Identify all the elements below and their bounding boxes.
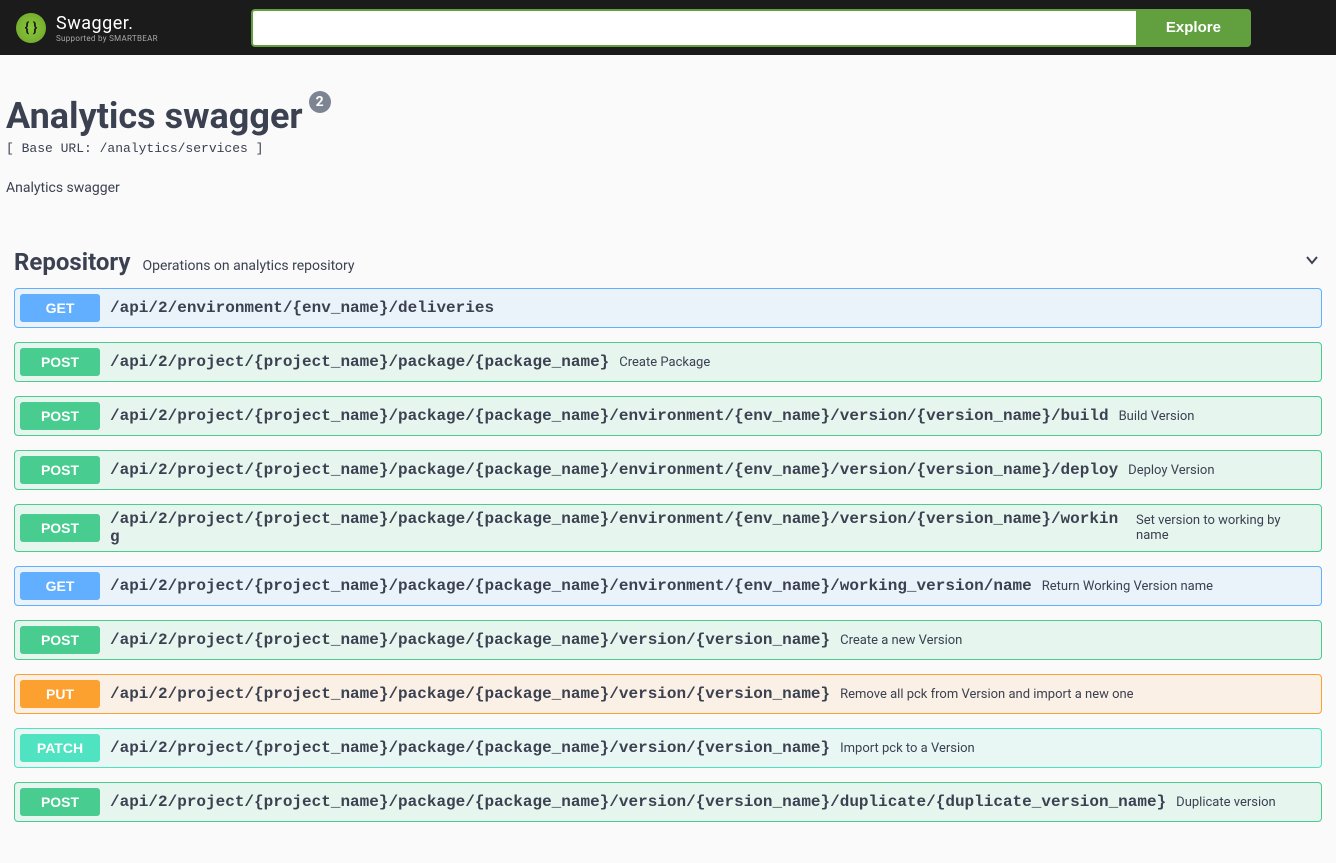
- operation-row[interactable]: POST/api/2/project/{project_name}/packag…: [14, 342, 1322, 382]
- operation-row[interactable]: PATCH/api/2/project/{project_name}/packa…: [14, 728, 1322, 768]
- explore-button[interactable]: Explore: [1138, 9, 1251, 47]
- spec-url-input[interactable]: [251, 9, 1138, 47]
- operation-path: /api/2/project/{project_name}/package/{p…: [110, 407, 1109, 425]
- base-url: [ Base URL: /analytics/services ]: [6, 141, 1330, 156]
- api-title: Analytics swagger 2: [6, 95, 1330, 137]
- api-version-badge: 2: [309, 91, 331, 113]
- tag-name: Repository: [14, 248, 131, 276]
- tag-section-repository: Repository Operations on analytics repos…: [6, 242, 1330, 822]
- operation-path: /api/2/project/{project_name}/package/{p…: [110, 353, 609, 371]
- method-badge: GET: [20, 294, 100, 322]
- method-badge: POST: [20, 348, 100, 376]
- method-badge: PUT: [20, 680, 100, 708]
- logo[interactable]: { } Swagger. Supported by SMARTBEAR: [16, 13, 158, 43]
- swagger-icon: { }: [16, 13, 46, 43]
- operation-path: /api/2/project/{project_name}/package/{p…: [110, 510, 1126, 546]
- operation-summary: Build Version: [1119, 409, 1195, 424]
- method-badge: GET: [20, 572, 100, 600]
- operation-path: /api/2/project/{project_name}/package/{p…: [110, 685, 830, 703]
- method-badge: PATCH: [20, 734, 100, 762]
- brand-name: Swagger.: [56, 13, 158, 34]
- method-badge: POST: [20, 456, 100, 484]
- operation-row[interactable]: POST/api/2/project/{project_name}/packag…: [14, 396, 1322, 436]
- method-badge: POST: [20, 402, 100, 430]
- operation-summary: Create a new Version: [840, 633, 962, 648]
- method-badge: POST: [20, 626, 100, 654]
- tag-description: Operations on analytics repository: [143, 258, 1303, 274]
- search-form: Explore: [251, 9, 1251, 47]
- method-badge: POST: [20, 788, 100, 816]
- chevron-down-icon: [1302, 250, 1322, 270]
- operation-row[interactable]: GET/api/2/environment/{env_name}/deliver…: [14, 288, 1322, 328]
- operation-summary: Deploy Version: [1128, 463, 1214, 478]
- operations-list: GET/api/2/environment/{env_name}/deliver…: [14, 288, 1322, 822]
- operation-row[interactable]: POST/api/2/project/{project_name}/packag…: [14, 450, 1322, 490]
- api-description: Analytics swagger: [6, 180, 1330, 196]
- operation-summary: Create Package: [619, 355, 710, 370]
- operation-row[interactable]: POST/api/2/project/{project_name}/packag…: [14, 504, 1322, 552]
- operation-summary: Duplicate version: [1176, 795, 1276, 810]
- operation-summary: Return Working Version name: [1042, 579, 1213, 594]
- topbar: { } Swagger. Supported by SMARTBEAR Expl…: [0, 0, 1336, 55]
- operation-row[interactable]: GET/api/2/project/{project_name}/package…: [14, 566, 1322, 606]
- operation-path: /api/2/project/{project_name}/package/{p…: [110, 577, 1032, 595]
- brand-sub: Supported by SMARTBEAR: [56, 34, 158, 43]
- operation-path: /api/2/project/{project_name}/package/{p…: [110, 793, 1166, 811]
- operation-summary: Import pck to a Version: [840, 741, 975, 756]
- method-badge: POST: [20, 514, 100, 542]
- operation-path: /api/2/project/{project_name}/package/{p…: [110, 461, 1118, 479]
- tag-header[interactable]: Repository Operations on analytics repos…: [14, 242, 1322, 288]
- operation-path: /api/2/environment/{env_name}/deliveries: [110, 299, 494, 317]
- operation-summary: Remove all pck from Version and import a…: [840, 687, 1133, 702]
- operation-row[interactable]: PUT/api/2/project/{project_name}/package…: [14, 674, 1322, 714]
- operation-path: /api/2/project/{project_name}/package/{p…: [110, 739, 830, 757]
- operation-summary: Set version to working by name: [1136, 513, 1316, 543]
- operation-path: /api/2/project/{project_name}/package/{p…: [110, 631, 830, 649]
- api-title-text: Analytics swagger: [6, 95, 303, 137]
- operation-row[interactable]: POST/api/2/project/{project_name}/packag…: [14, 620, 1322, 660]
- operation-row[interactable]: POST/api/2/project/{project_name}/packag…: [14, 782, 1322, 822]
- main-content: Analytics swagger 2 [ Base URL: /analyti…: [0, 55, 1336, 856]
- logo-text: Swagger. Supported by SMARTBEAR: [56, 13, 158, 43]
